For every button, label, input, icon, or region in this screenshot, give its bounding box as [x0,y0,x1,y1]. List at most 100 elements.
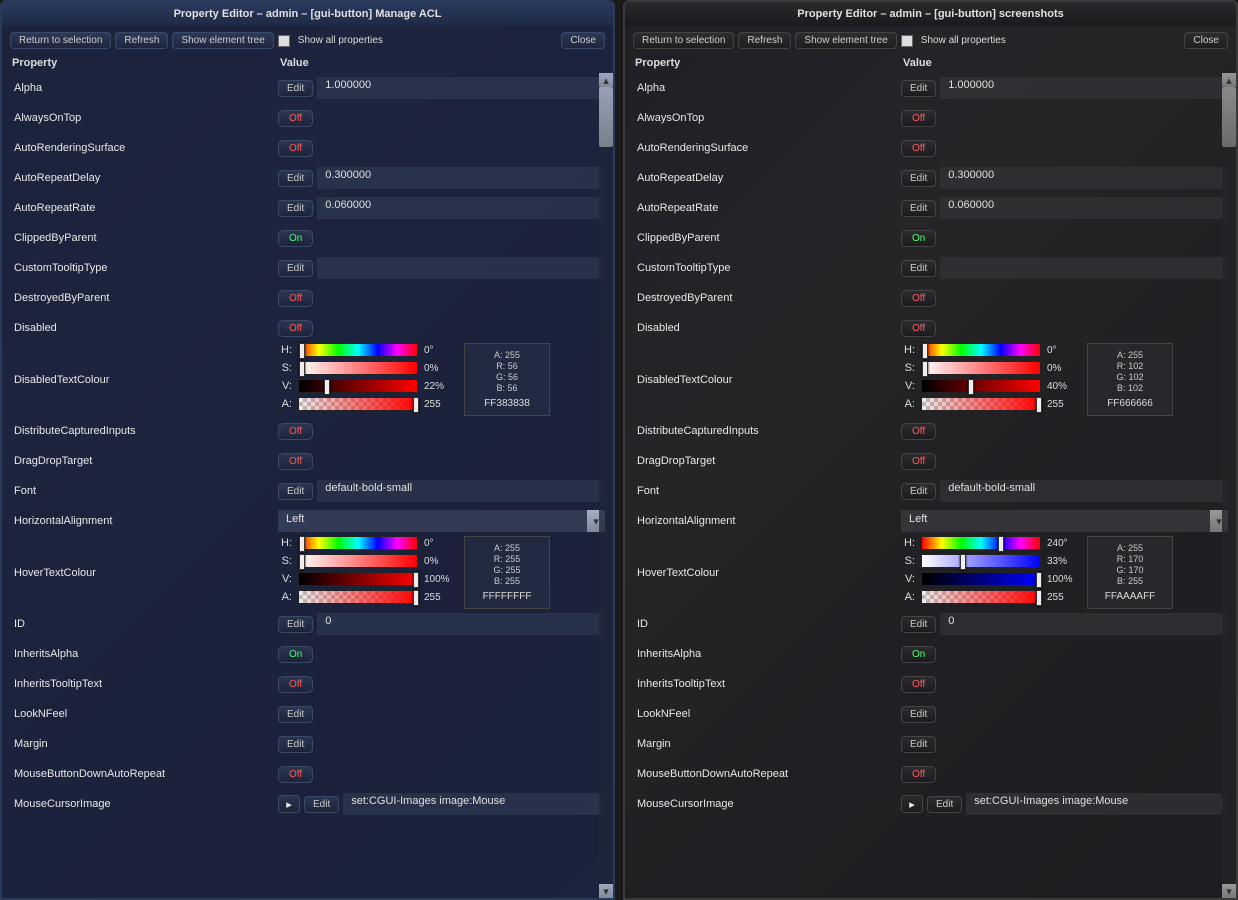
value-input[interactable]: 1.000000 [317,77,605,99]
val-slider[interactable] [921,572,1041,586]
edit-button[interactable]: Edit [278,80,313,97]
toggle-button[interactable]: Off [278,766,313,783]
toggle-button[interactable]: Off [901,320,936,337]
scrollbar[interactable]: ▴▾ [599,73,613,898]
toggle-button[interactable]: Off [901,140,936,157]
edit-button[interactable]: Edit [901,200,936,217]
edit-button[interactable]: Edit [278,483,313,500]
sat-slider[interactable] [298,554,418,568]
val-slider[interactable] [298,379,418,393]
toggle-button[interactable]: Off [901,766,936,783]
value-input[interactable]: default-bold-small [317,480,605,502]
edit-button[interactable]: Edit [278,170,313,187]
alpha-slider[interactable] [298,590,418,604]
return-button[interactable]: Return to selection [633,32,734,49]
value-input[interactable] [317,257,605,279]
toggle-button[interactable]: Off [901,290,936,307]
show-all-checkbox[interactable] [278,35,290,47]
select-control[interactable]: Left▾ [901,510,1228,532]
hue-slider[interactable] [921,536,1041,550]
value-input[interactable]: 0.300000 [317,167,605,189]
edit-button[interactable]: Edit [278,706,313,723]
toggle-button[interactable]: Off [278,110,313,127]
hue-slider[interactable] [921,343,1041,357]
toggle-button[interactable]: Off [901,453,936,470]
slider-handle[interactable] [960,554,966,570]
value-input[interactable]: 0 [940,613,1228,635]
toggle-button[interactable]: Off [278,140,313,157]
edit-button[interactable]: Edit [901,170,936,187]
value-input[interactable]: 0.060000 [317,197,605,219]
slider-handle[interactable] [1036,397,1042,413]
show-all-checkbox[interactable] [901,35,913,47]
edit-button[interactable]: Edit [278,200,313,217]
flag-icon[interactable]: ▸ [278,795,300,813]
show-tree-button[interactable]: Show element tree [795,32,896,49]
flag-icon[interactable]: ▸ [901,795,923,813]
val-slider[interactable] [921,379,1041,393]
edit-button[interactable]: Edit [278,260,313,277]
edit-button[interactable]: Edit [927,796,962,813]
refresh-button[interactable]: Refresh [115,32,168,49]
value-input[interactable]: 1.000000 [940,77,1228,99]
toggle-button[interactable]: Off [901,423,936,440]
slider-handle[interactable] [299,554,305,570]
scroll-thumb[interactable] [599,87,613,147]
toggle-button[interactable]: Off [278,423,313,440]
return-button[interactable]: Return to selection [10,32,111,49]
edit-button[interactable]: Edit [901,260,936,277]
scroll-track[interactable] [599,87,613,884]
select-value[interactable]: Left [278,510,587,532]
close-button[interactable]: Close [561,32,605,49]
scrollbar[interactable]: ▴▾ [1222,73,1236,898]
value-input[interactable]: set:CGUI-Images image:Mouse [966,793,1228,815]
value-input[interactable]: 0.060000 [940,197,1228,219]
hue-slider[interactable] [298,536,418,550]
slider-handle[interactable] [299,343,305,359]
toggle-button[interactable]: On [278,646,313,663]
toggle-button[interactable]: Off [278,290,313,307]
sat-slider[interactable] [921,554,1041,568]
close-button[interactable]: Close [1184,32,1228,49]
slider-handle[interactable] [413,397,419,413]
edit-button[interactable]: Edit [901,483,936,500]
edit-button[interactable]: Edit [901,80,936,97]
toggle-button[interactable]: On [901,646,936,663]
slider-handle[interactable] [1036,572,1042,588]
val-slider[interactable] [298,572,418,586]
alpha-slider[interactable] [921,397,1041,411]
toggle-button[interactable]: On [278,230,313,247]
slider-handle[interactable] [1036,590,1042,606]
scroll-down-icon[interactable]: ▾ [1222,884,1236,898]
toggle-button[interactable]: Off [278,676,313,693]
value-input[interactable] [940,257,1228,279]
sat-slider[interactable] [298,361,418,375]
scroll-up-icon[interactable]: ▴ [1222,73,1236,87]
toggle-button[interactable]: On [901,230,936,247]
slider-handle[interactable] [998,536,1004,552]
slider-handle[interactable] [299,536,305,552]
slider-handle[interactable] [922,343,928,359]
sat-slider[interactable] [921,361,1041,375]
show-tree-button[interactable]: Show element tree [172,32,273,49]
scroll-down-icon[interactable]: ▾ [599,884,613,898]
edit-button[interactable]: Edit [901,616,936,633]
value-input[interactable]: set:CGUI-Images image:Mouse [343,793,605,815]
toggle-button[interactable]: Off [901,110,936,127]
scroll-up-icon[interactable]: ▴ [599,73,613,87]
scroll-track[interactable] [1222,87,1236,884]
refresh-button[interactable]: Refresh [738,32,791,49]
window-title[interactable]: Property Editor – admin – [gui-button] s… [625,2,1236,26]
toggle-button[interactable]: Off [901,676,936,693]
select-value[interactable]: Left [901,510,1210,532]
toggle-button[interactable]: Off [278,453,313,470]
edit-button[interactable]: Edit [278,736,313,753]
value-input[interactable]: default-bold-small [940,480,1228,502]
window-title[interactable]: Property Editor – admin – [gui-button] M… [2,2,613,26]
edit-button[interactable]: Edit [278,616,313,633]
slider-handle[interactable] [413,590,419,606]
edit-button[interactable]: Edit [901,706,936,723]
alpha-slider[interactable] [298,397,418,411]
hue-slider[interactable] [298,343,418,357]
scroll-thumb[interactable] [1222,87,1236,147]
